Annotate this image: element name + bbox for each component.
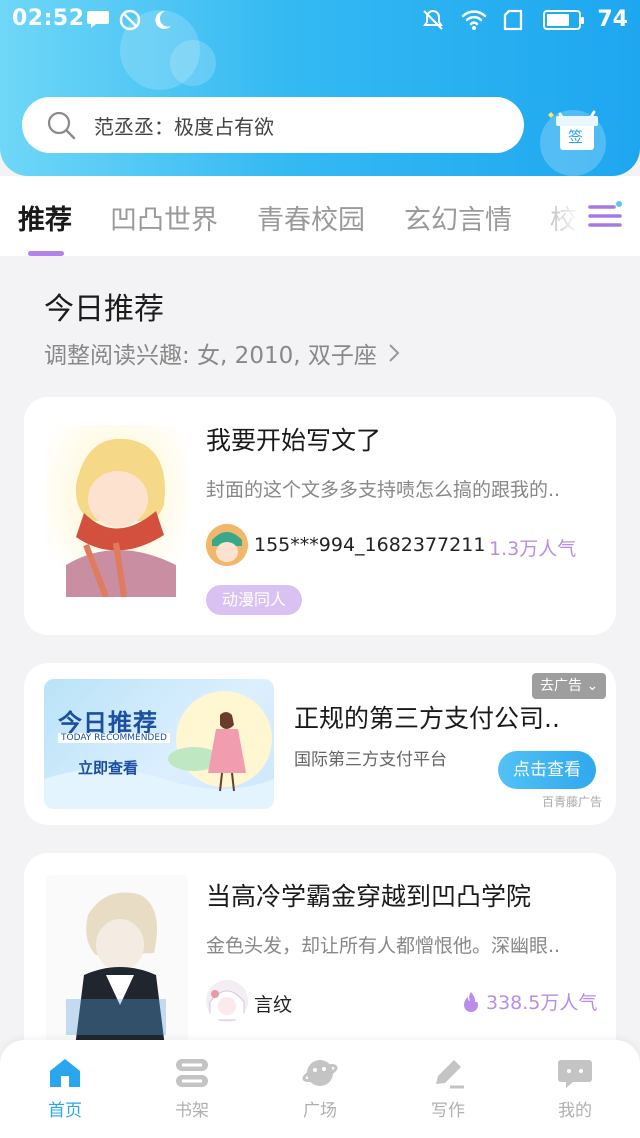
- ad-image-subtitle: TODAY RECOMMENDED: [58, 733, 170, 743]
- remove-ad-label: 去广告: [540, 678, 582, 694]
- daily-sign-in-button[interactable]: 签: [546, 100, 608, 160]
- decor-bubble: [170, 40, 216, 86]
- chat-bubble-icon: [558, 1060, 592, 1088]
- ad-view-button[interactable]: 点击查看: [498, 751, 596, 789]
- planet-icon: [302, 1060, 338, 1086]
- status-bar: 02:52 74: [0, 0, 640, 40]
- book-cover: [46, 875, 188, 1055]
- popularity-value: 338.5万人气: [486, 992, 598, 1014]
- flame-icon: [464, 991, 478, 1012]
- nav-label: 首页: [48, 1101, 82, 1121]
- mute-icon: [423, 9, 444, 30]
- popularity: 338.5万人气: [462, 988, 597, 1015]
- ad-image: 今日推荐 TODAY RECOMMENDED 立即查看: [44, 679, 274, 809]
- nav-label: 写作: [431, 1101, 465, 1121]
- nav-me[interactable]: 我的: [535, 1056, 615, 1121]
- book-title: 我要开始写文了: [206, 426, 382, 455]
- do-not-disturb-icon: [119, 9, 141, 31]
- nav-bookshelf[interactable]: 书架: [152, 1056, 232, 1121]
- battery-icon: [543, 9, 585, 30]
- book-description: 封面的这个文多多支持啧怎么搞的跟我的..: [206, 479, 561, 501]
- tab-recommend[interactable]: 推荐: [18, 198, 72, 237]
- tab-fantasy-romance[interactable]: 玄幻言情: [404, 198, 512, 237]
- section-title: 今日推荐: [44, 292, 164, 327]
- bookshelf-icon: [176, 1059, 208, 1087]
- home-icon: [50, 1059, 80, 1087]
- book-title: 当高冷学霸金穿越到凹凸学院: [206, 882, 532, 911]
- author-name: 言纹: [254, 994, 293, 1016]
- battery-level: 74: [597, 7, 628, 32]
- sim-icon: [504, 9, 523, 30]
- nav-plaza[interactable]: 广场: [280, 1056, 360, 1121]
- search-icon: [47, 111, 76, 140]
- interest-text: 调整阅读兴趣: 女, 2010, 双子座: [44, 343, 377, 369]
- ad-title: 正规的第三方支付公司..: [294, 704, 560, 733]
- ad-source: 百青藤广告: [542, 795, 603, 809]
- status-time: 02:52: [12, 6, 85, 31]
- category-menu-icon[interactable]: [588, 200, 622, 232]
- tab-youth-campus[interactable]: 青春校园: [257, 198, 365, 237]
- nav-home[interactable]: 首页: [25, 1056, 105, 1121]
- bottom-navigation: 首页 书架 广场 写作 我的: [0, 1040, 640, 1138]
- remove-ad-button[interactable]: 去广告 ⌄: [532, 673, 607, 699]
- book-cover: [46, 425, 188, 597]
- genre-tag[interactable]: 动漫同人: [206, 585, 303, 615]
- book-card[interactable]: 我要开始写文了 封面的这个文多多支持啧怎么搞的跟我的.. 155***994_1…: [24, 397, 616, 635]
- popularity: 1.3万人气: [489, 534, 576, 561]
- chevron-down-icon: ⌄: [586, 678, 599, 694]
- active-tab-indicator: [28, 251, 64, 256]
- search-placeholder: 范丞丞：极度占有欲: [94, 114, 274, 139]
- nav-label: 广场: [303, 1101, 337, 1121]
- ad-image-button: 立即查看: [78, 759, 139, 777]
- popularity-value: 1.3万人气: [489, 538, 577, 560]
- search-bar[interactable]: 范丞丞：极度占有欲: [22, 97, 524, 153]
- author-name: 155***994_1682377211: [254, 534, 486, 556]
- nav-label: 书架: [175, 1101, 209, 1121]
- avatar: [206, 980, 248, 1022]
- moon-icon: [155, 10, 171, 29]
- wifi-icon: [462, 9, 487, 30]
- adjust-interest-link[interactable]: 调整阅读兴趣: 女, 2010, 双子座: [44, 336, 401, 370]
- chevron-right-icon: [389, 344, 400, 362]
- ad-illustration: [44, 691, 274, 809]
- cover-illustration: [46, 875, 188, 1055]
- avatar: [206, 524, 248, 566]
- message-icon: [87, 11, 109, 28]
- sign-in-label: 签: [568, 128, 584, 146]
- header: 02:52 74 范丞丞：极度占有欲 签: [0, 0, 640, 176]
- nav-write[interactable]: 写作: [408, 1056, 488, 1121]
- battery-level-fill: [547, 13, 570, 26]
- nav-label: 我的: [558, 1101, 592, 1121]
- tab-fade: [530, 176, 640, 256]
- ad-description: 国际第三方支付平台: [294, 750, 447, 770]
- ad-card[interactable]: 今日推荐 TODAY RECOMMENDED 立即查看 去广告 ⌄ 正规的第三方…: [24, 663, 616, 825]
- pen-icon: [436, 1060, 464, 1089]
- cover-illustration: [46, 425, 188, 597]
- tab-aotu-world[interactable]: 凹凸世界: [110, 198, 218, 237]
- book-description: 金色头发，却让所有人都憎恨他。深幽眼..: [206, 935, 561, 957]
